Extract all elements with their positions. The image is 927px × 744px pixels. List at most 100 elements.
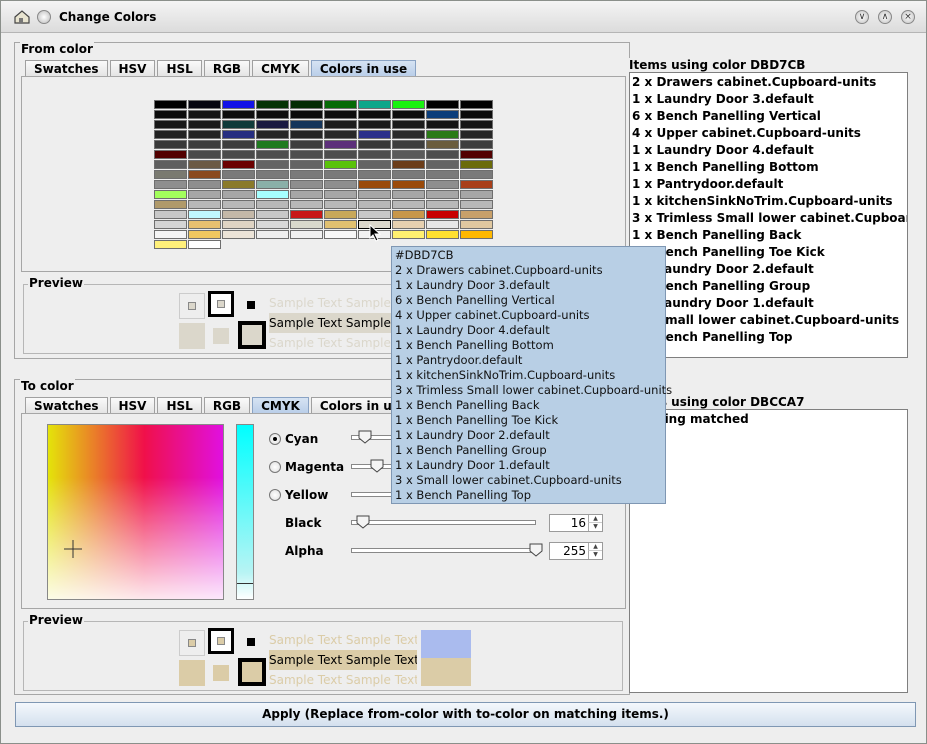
color-swatch[interactable] bbox=[222, 140, 255, 149]
color-swatch[interactable] bbox=[188, 130, 221, 139]
color-swatch[interactable] bbox=[324, 170, 357, 179]
color-swatch[interactable] bbox=[290, 180, 323, 189]
color-swatch[interactable] bbox=[426, 170, 459, 179]
color-swatch[interactable] bbox=[256, 190, 289, 199]
color-swatch[interactable] bbox=[324, 110, 357, 119]
alpha-slider[interactable] bbox=[351, 548, 536, 553]
color-swatch[interactable] bbox=[324, 200, 357, 209]
black-spinner[interactable]: 16 ▲ ▼ bbox=[549, 514, 603, 532]
black-slider[interactable] bbox=[351, 520, 536, 525]
list-item[interactable]: 1 x Laundry Door 1.default bbox=[630, 295, 907, 312]
color-swatch[interactable] bbox=[188, 190, 221, 199]
color-swatch[interactable] bbox=[256, 220, 289, 229]
color-swatch[interactable] bbox=[256, 210, 289, 219]
color-swatch[interactable] bbox=[460, 110, 493, 119]
color-swatch[interactable] bbox=[460, 200, 493, 209]
color-swatch[interactable] bbox=[154, 120, 187, 129]
color-swatch[interactable] bbox=[392, 140, 425, 149]
color-swatch[interactable] bbox=[188, 200, 221, 209]
color-swatch[interactable] bbox=[222, 110, 255, 119]
window-menu-button[interactable] bbox=[37, 10, 51, 24]
minimize-button[interactable]: ∨ bbox=[855, 10, 869, 24]
color-swatch[interactable] bbox=[358, 120, 391, 129]
color-swatch[interactable] bbox=[392, 230, 425, 239]
color-swatch[interactable] bbox=[426, 230, 459, 239]
color-swatch[interactable] bbox=[392, 190, 425, 199]
color-swatch[interactable] bbox=[290, 140, 323, 149]
color-swatch[interactable] bbox=[426, 220, 459, 229]
color-swatch[interactable] bbox=[392, 170, 425, 179]
color-swatch[interactable] bbox=[256, 140, 289, 149]
color-swatch[interactable] bbox=[290, 130, 323, 139]
color-swatch[interactable] bbox=[256, 200, 289, 209]
color-swatch[interactable] bbox=[324, 120, 357, 129]
color-swatch[interactable] bbox=[460, 100, 493, 109]
cyan-slider-thumb[interactable] bbox=[358, 430, 372, 444]
color-swatch[interactable] bbox=[392, 220, 425, 229]
color-swatch[interactable] bbox=[290, 200, 323, 209]
color-swatch[interactable] bbox=[460, 160, 493, 169]
color-swatch[interactable] bbox=[460, 130, 493, 139]
color-swatch[interactable] bbox=[154, 240, 187, 249]
color-swatch[interactable] bbox=[358, 210, 391, 219]
color-swatch[interactable] bbox=[290, 110, 323, 119]
list-item[interactable]: 1 x Bench Panelling Bottom bbox=[630, 159, 907, 176]
list-item[interactable]: 1 x Laundry Door 2.default bbox=[630, 261, 907, 278]
spinner-down-icon[interactable]: ▼ bbox=[588, 551, 602, 559]
list-item[interactable]: 2 x Drawers cabinet.Cupboard-units bbox=[630, 74, 907, 91]
color-swatch[interactable] bbox=[188, 220, 221, 229]
magenta-radio[interactable] bbox=[269, 461, 281, 473]
color-swatch[interactable] bbox=[392, 110, 425, 119]
color-swatch[interactable] bbox=[188, 140, 221, 149]
color-swatch[interactable] bbox=[154, 130, 187, 139]
color-swatch[interactable] bbox=[154, 200, 187, 209]
color-swatch[interactable] bbox=[222, 160, 255, 169]
color-swatch[interactable] bbox=[290, 170, 323, 179]
tab-hsl[interactable]: HSL bbox=[157, 397, 202, 414]
color-swatch[interactable] bbox=[222, 190, 255, 199]
color-swatch[interactable] bbox=[188, 170, 221, 179]
color-swatch[interactable] bbox=[358, 110, 391, 119]
list-item[interactable]: 1 x Bench Panelling Top bbox=[630, 329, 907, 346]
color-swatch[interactable] bbox=[290, 210, 323, 219]
color-swatch[interactable] bbox=[426, 120, 459, 129]
color-swatch[interactable] bbox=[222, 230, 255, 239]
color-swatch[interactable] bbox=[426, 160, 459, 169]
tab-hsl[interactable]: HSL bbox=[157, 60, 202, 77]
color-swatch[interactable] bbox=[426, 150, 459, 159]
color-swatch[interactable] bbox=[154, 220, 187, 229]
items-to-list[interactable]: Nothing matched bbox=[629, 409, 908, 693]
color-swatch[interactable] bbox=[392, 150, 425, 159]
list-item[interactable]: 1 x kitchenSinkNoTrim.Cupboard-units bbox=[630, 193, 907, 210]
color-swatch[interactable] bbox=[154, 230, 187, 239]
color-swatch[interactable] bbox=[222, 180, 255, 189]
tab-colors-in-use[interactable]: Colors in use bbox=[310, 60, 417, 77]
magenta-slider-thumb[interactable] bbox=[370, 459, 384, 473]
color-swatch[interactable] bbox=[392, 100, 425, 109]
color-swatch[interactable] bbox=[460, 180, 493, 189]
color-swatch[interactable] bbox=[188, 180, 221, 189]
color-swatch[interactable] bbox=[290, 220, 323, 229]
color-swatch[interactable] bbox=[256, 130, 289, 139]
list-item[interactable]: 1 x Bench Panelling Toe Kick bbox=[630, 244, 907, 261]
color-swatch[interactable] bbox=[290, 120, 323, 129]
close-button[interactable]: × bbox=[901, 10, 915, 24]
color-swatch[interactable] bbox=[290, 150, 323, 159]
color-swatch[interactable] bbox=[392, 130, 425, 139]
color-swatch[interactable] bbox=[426, 190, 459, 199]
color-swatch[interactable] bbox=[222, 220, 255, 229]
list-item[interactable]: 3 x Trimless Small lower cabinet.Cupboar… bbox=[630, 210, 907, 227]
color-swatch[interactable] bbox=[426, 110, 459, 119]
color-swatch[interactable] bbox=[222, 120, 255, 129]
color-swatch[interactable] bbox=[426, 180, 459, 189]
color-swatch[interactable] bbox=[154, 160, 187, 169]
color-swatch[interactable] bbox=[154, 180, 187, 189]
color-swatch[interactable] bbox=[358, 190, 391, 199]
spinner-up-icon[interactable]: ▲ bbox=[588, 543, 602, 551]
color-swatch[interactable] bbox=[222, 100, 255, 109]
list-item[interactable]: 1 x Bench Panelling Group bbox=[630, 278, 907, 295]
color-swatch[interactable] bbox=[290, 190, 323, 199]
color-swatch[interactable] bbox=[324, 190, 357, 199]
color-swatch[interactable] bbox=[324, 210, 357, 219]
color-swatch[interactable] bbox=[222, 200, 255, 209]
